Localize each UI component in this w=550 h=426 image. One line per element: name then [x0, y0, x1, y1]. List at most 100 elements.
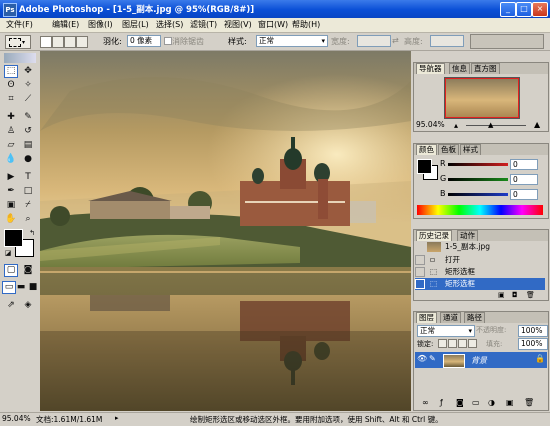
- navigator-zoom-value[interactable]: 95.04%: [416, 120, 445, 129]
- feather-input[interactable]: 0 像素: [127, 35, 161, 47]
- eraser-tool-icon[interactable]: ▱: [4, 139, 18, 152]
- zoom-slider-thumb[interactable]: ▲: [488, 121, 493, 129]
- history-brush-tool-icon[interactable]: ↺: [21, 125, 35, 138]
- eyedropper-tool-icon[interactable]: ⌿: [21, 199, 35, 212]
- green-value-input[interactable]: 0: [510, 174, 538, 185]
- hand-tool-icon[interactable]: ✋: [4, 213, 18, 226]
- path-select-tool-icon[interactable]: ▶: [4, 171, 18, 184]
- zoom-tool-icon[interactable]: ⌕: [21, 213, 35, 226]
- folder-icon[interactable]: ▭: [472, 398, 480, 407]
- menu-layer[interactable]: 图层(L): [122, 19, 149, 30]
- full-screen-mode-icon[interactable]: ■: [26, 281, 40, 294]
- lasso-tool-icon[interactable]: ʘ: [4, 79, 18, 92]
- blend-mode-select[interactable]: 正常 ▾: [417, 325, 475, 337]
- intersect-selection-button[interactable]: [76, 36, 88, 48]
- menu-edit[interactable]: 编辑(E): [52, 19, 79, 30]
- status-zoom[interactable]: 95.04%: [2, 414, 31, 423]
- new-document-icon[interactable]: ▣: [498, 291, 505, 299]
- feather-logo-icon[interactable]: [4, 53, 36, 63]
- tab-swatches[interactable]: 色板: [438, 144, 459, 155]
- history-source-box[interactable]: [415, 255, 425, 265]
- red-value-input[interactable]: 0: [510, 159, 538, 170]
- move-tool-icon[interactable]: ✥: [21, 65, 35, 78]
- menu-image[interactable]: 图像(I): [88, 19, 113, 30]
- red-slider[interactable]: [448, 163, 508, 166]
- mask-icon[interactable]: ◙: [456, 398, 464, 407]
- zoom-out-icon[interactable]: ▴: [454, 121, 458, 130]
- fill-input[interactable]: 100%: [518, 338, 548, 350]
- history-item[interactable]: ⬚ 矩形选框: [415, 266, 541, 278]
- trash-icon[interactable]: 🗑: [524, 398, 534, 407]
- opacity-input[interactable]: 100%: [518, 325, 548, 337]
- slice-tool-icon[interactable]: ⟋: [21, 93, 35, 106]
- color-ramp[interactable]: [417, 205, 543, 215]
- lock-all-checkbox[interactable]: [468, 339, 477, 348]
- document-canvas[interactable]: [40, 51, 411, 411]
- menu-help[interactable]: 帮助(H): [292, 19, 320, 30]
- brush-tool-icon[interactable]: ✎: [21, 111, 35, 124]
- trash-icon[interactable]: 🗑: [526, 291, 535, 299]
- zoom-slider[interactable]: [466, 125, 526, 126]
- tab-info[interactable]: 信息: [449, 63, 470, 74]
- add-selection-button[interactable]: [52, 36, 64, 48]
- blur-tool-icon[interactable]: 💧: [4, 153, 18, 166]
- menu-window[interactable]: 窗口(W): [258, 19, 288, 30]
- eye-icon[interactable]: 👁: [417, 354, 427, 363]
- link-icon[interactable]: ∞: [422, 398, 429, 407]
- shape-tool-icon[interactable]: □: [21, 185, 35, 198]
- menu-view[interactable]: 视图(V): [224, 19, 252, 30]
- adjustment-layer-icon[interactable]: ◑: [488, 398, 495, 407]
- tab-styles[interactable]: 样式: [460, 144, 481, 155]
- imageready-icon[interactable]: ◈: [21, 299, 35, 312]
- dodge-tool-icon[interactable]: ●: [21, 153, 35, 166]
- history-source-box[interactable]: [415, 267, 425, 277]
- green-slider[interactable]: [448, 178, 508, 181]
- close-button[interactable]: ×: [532, 2, 548, 17]
- gradient-tool-icon[interactable]: ▤: [21, 139, 35, 152]
- type-tool-icon[interactable]: T: [21, 171, 35, 184]
- foreground-color-swatch[interactable]: [4, 229, 23, 247]
- color-fg-swatch[interactable]: [417, 159, 432, 174]
- height-input[interactable]: [430, 35, 464, 47]
- pen-tool-icon[interactable]: ✒: [4, 185, 18, 198]
- layer-style-icon[interactable]: ƒ: [440, 398, 443, 407]
- history-item[interactable]: ▫ 打开: [415, 254, 541, 266]
- brush-link-icon[interactable]: ✎: [429, 354, 436, 363]
- tab-navigator[interactable]: 导航器: [416, 63, 445, 74]
- blue-slider[interactable]: [448, 193, 508, 196]
- antialias-checkbox[interactable]: [164, 37, 172, 45]
- zoom-in-icon[interactable]: ▲: [534, 120, 540, 129]
- crop-tool-icon[interactable]: ⌗: [4, 93, 18, 106]
- tab-color[interactable]: 颜色: [416, 144, 437, 155]
- new-snapshot-icon[interactable]: ◘: [512, 291, 518, 299]
- palette-well[interactable]: [470, 34, 544, 49]
- tab-actions[interactable]: 动作: [457, 230, 478, 241]
- subtract-selection-button[interactable]: [64, 36, 76, 48]
- healing-brush-tool-icon[interactable]: ✚: [4, 111, 18, 124]
- notes-tool-icon[interactable]: ▣: [4, 199, 18, 212]
- clone-stamp-tool-icon[interactable]: ♙: [4, 125, 18, 138]
- history-source-box[interactable]: [415, 279, 425, 289]
- minimize-button[interactable]: _: [500, 2, 516, 17]
- menu-select[interactable]: 选择(S): [156, 19, 183, 30]
- tab-paths[interactable]: 路径: [464, 312, 485, 323]
- standard-mode-icon[interactable]: ▢: [4, 264, 18, 277]
- swap-colors-icon[interactable]: ↰: [25, 227, 39, 240]
- magic-wand-tool-icon[interactable]: ✧: [21, 79, 35, 92]
- menu-file[interactable]: 文件(F): [6, 19, 33, 30]
- layer-row-background[interactable]: 👁 ✎ 背景 🔒: [415, 352, 547, 368]
- lock-transparency-checkbox[interactable]: [438, 339, 447, 348]
- history-item-active[interactable]: ⬚ 矩形选框: [415, 278, 545, 290]
- menu-filter[interactable]: 滤镜(T): [190, 19, 217, 30]
- status-arrow-icon[interactable]: ▸: [115, 414, 119, 422]
- quick-mask-mode-icon[interactable]: ◙: [21, 264, 35, 277]
- jump-to-imageready-icon[interactable]: ⇗: [4, 299, 18, 312]
- history-snapshot[interactable]: 1-5_副本.jpg: [415, 241, 541, 253]
- new-selection-button[interactable]: [40, 36, 52, 48]
- swap-icon[interactable]: ⇄: [392, 36, 399, 45]
- rect-marquee-tool-icon[interactable]: ⬚: [4, 65, 18, 78]
- blue-value-input[interactable]: 0: [510, 189, 538, 200]
- new-layer-icon[interactable]: ▣: [506, 398, 514, 407]
- navigator-thumbnail[interactable]: [444, 77, 520, 119]
- lock-pixels-checkbox[interactable]: [448, 339, 457, 348]
